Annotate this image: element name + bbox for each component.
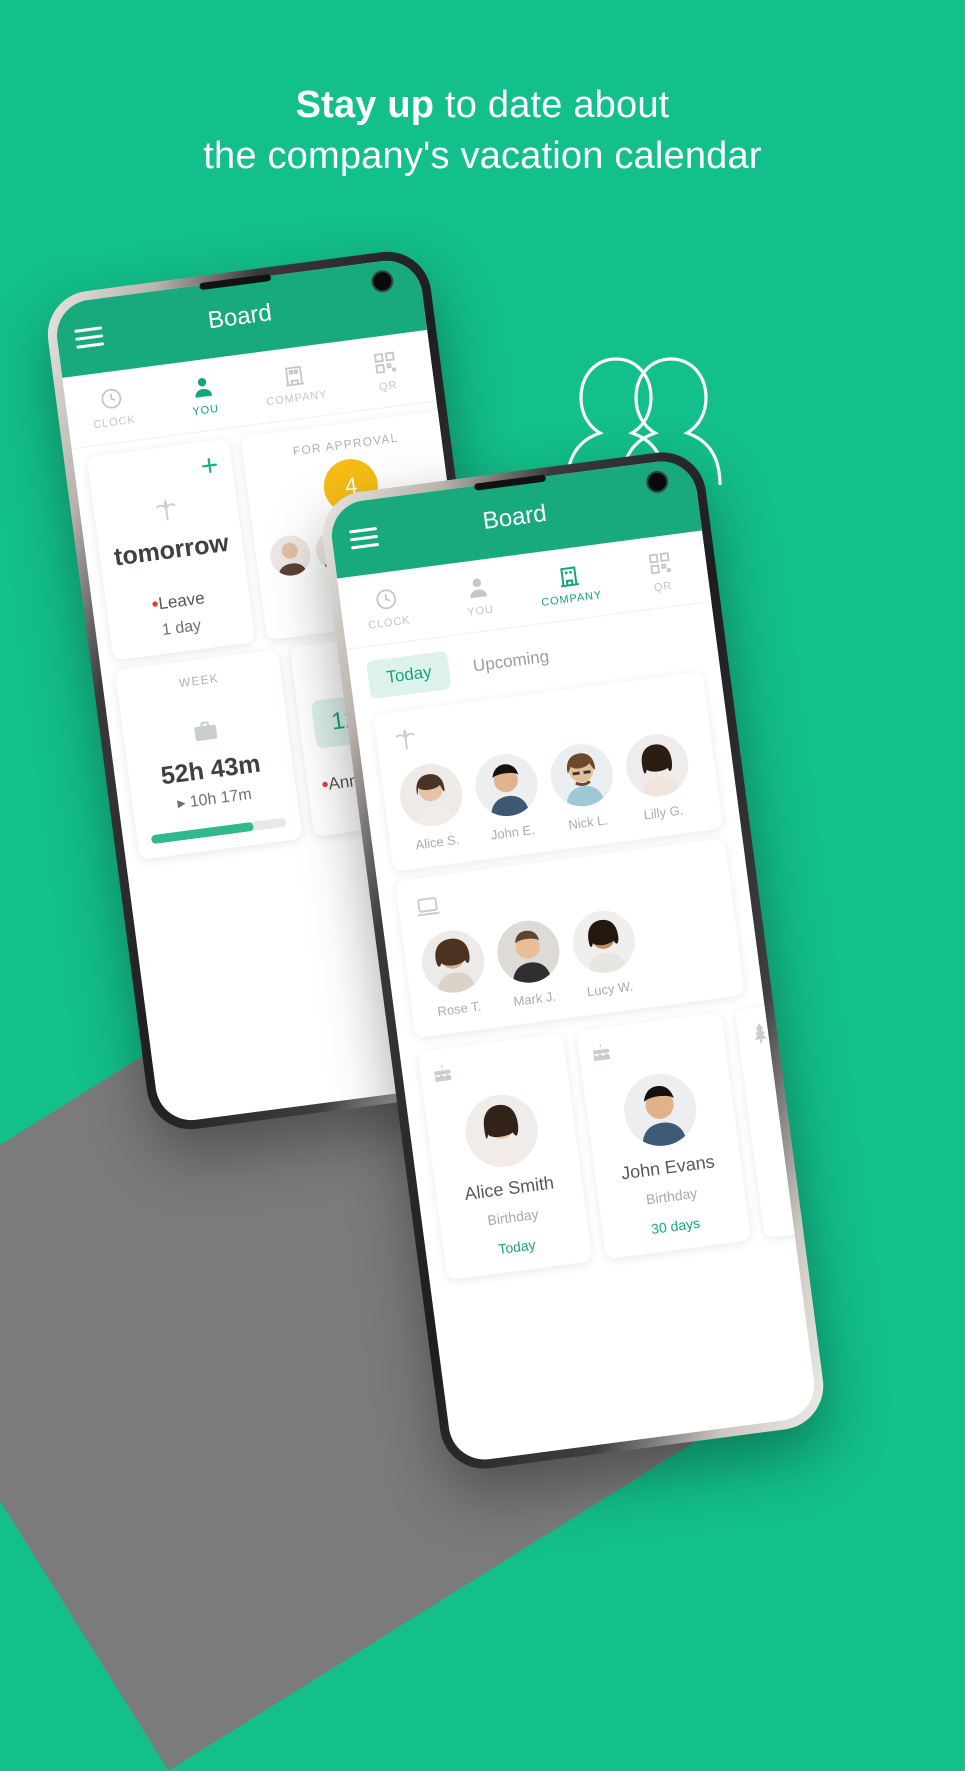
list-item[interactable]: Lilly G. [622, 730, 695, 824]
person-icon [464, 573, 491, 602]
avatar-name: Alice S. [414, 831, 461, 853]
building-icon [555, 561, 582, 590]
avatar [461, 1090, 543, 1172]
birthday-card[interactable]: John Evans Birthday 30 days [576, 1012, 751, 1259]
tab-qr-label: QR [653, 579, 673, 595]
avatar-name: Lucy W. [586, 978, 634, 1000]
avatar-name: Mark J. [512, 988, 557, 1010]
list-item[interactable]: Nick L. [547, 740, 620, 833]
tab-qr[interactable]: QR [336, 330, 436, 412]
headline-line-2: the company's vacation calendar [203, 135, 762, 178]
palm-tree-icon [107, 490, 225, 536]
headline-rest: to date about [434, 84, 670, 126]
week-kicker: WEEK [178, 671, 220, 691]
cake-icon [429, 1048, 558, 1093]
list-item[interactable]: Alice S. [396, 760, 469, 853]
week-progress-bar [150, 817, 287, 845]
page-title: Stay up to date about the company's vaca… [0, 80, 965, 183]
tab-qr-label: QR [378, 379, 399, 394]
birthday-label: Birthday [645, 1184, 699, 1208]
avatar [622, 730, 693, 801]
leave-when: tomorrow [112, 528, 231, 572]
chip-upcoming[interactable]: Upcoming [453, 635, 570, 687]
building-icon [280, 360, 307, 389]
birthday-label: Birthday [486, 1205, 540, 1229]
list-item[interactable]: Mark J. [493, 916, 567, 1010]
clock-icon [98, 384, 125, 413]
birthday-name: Alice Smith [463, 1172, 556, 1205]
birthday-when: 30 days [650, 1214, 701, 1237]
person-icon [189, 372, 216, 401]
headline-bold: Stay up [295, 84, 435, 126]
clock-icon [373, 585, 400, 614]
tab-clock[interactable]: CLOCK [62, 366, 162, 448]
avatar [418, 926, 488, 997]
avatar-name: Rose T. [436, 998, 483, 1020]
hamburger-icon[interactable] [74, 325, 105, 349]
tab-you[interactable]: YOU [153, 354, 253, 436]
list-item[interactable]: Lucy W. [569, 907, 642, 1000]
add-leave-button[interactable]: + [103, 448, 221, 491]
headline-line-1: Stay up to date about [0, 80, 965, 131]
approval-kicker: FOR APPROVAL [292, 430, 400, 459]
tab-qr[interactable]: QR [611, 530, 711, 612]
qr-icon [646, 549, 673, 578]
tab-clock-label: CLOCK [92, 413, 137, 432]
tab-company[interactable]: COMPANY [245, 342, 345, 424]
vacation-card[interactable]: Alice S. John E. Nick L. Lilly G. [373, 671, 724, 872]
qr-icon [371, 348, 398, 377]
avatar [569, 907, 639, 977]
tab-clock[interactable]: CLOCK [337, 567, 437, 649]
avatar-name: Nick L. [567, 812, 609, 833]
hamburger-icon[interactable] [348, 526, 380, 549]
avatar-name: John E. [489, 821, 536, 843]
remote-work-card[interactable]: Rose T. Mark J. Lucy W. [395, 838, 745, 1039]
avatar [619, 1069, 701, 1151]
leave-card[interactable]: + tomorrow •Leave 1 day [86, 438, 256, 661]
week-card[interactable]: WEEK 52h 43m ▸ 10h 17m [114, 649, 303, 860]
chip-today[interactable]: Today [366, 650, 452, 700]
avatar-name: Lilly G. [642, 802, 685, 823]
cake-icon [588, 1027, 717, 1072]
tab-clock-label: CLOCK [367, 614, 412, 632]
avatar [493, 916, 564, 987]
list-item[interactable]: John E. [471, 750, 545, 843]
birthday-name: John Evans [619, 1151, 716, 1184]
week-remaining-value: 10h 17m [188, 785, 253, 811]
birthday-row: Alice Smith Birthday Today John Evans Bi… [399, 991, 819, 1282]
tab-you[interactable]: YOU [428, 555, 528, 637]
tab-company-label: COMPANY [540, 589, 603, 610]
tab-you-label: YOU [191, 402, 220, 419]
avatar [396, 760, 466, 830]
avatar [547, 740, 617, 811]
tab-company-label: COMPANY [265, 388, 329, 409]
birthday-when: Today [497, 1236, 537, 1257]
leave-type: Leave [157, 588, 206, 614]
list-item[interactable]: Rose T. [418, 926, 491, 1020]
birthday-card[interactable]: Alice Smith Birthday Today [417, 1033, 593, 1280]
tab-you-label: YOU [466, 603, 495, 619]
tab-company[interactable]: COMPANY [520, 542, 620, 624]
avatar [471, 750, 542, 820]
flag-icon: ▸ [176, 794, 187, 813]
avatar [268, 533, 314, 579]
